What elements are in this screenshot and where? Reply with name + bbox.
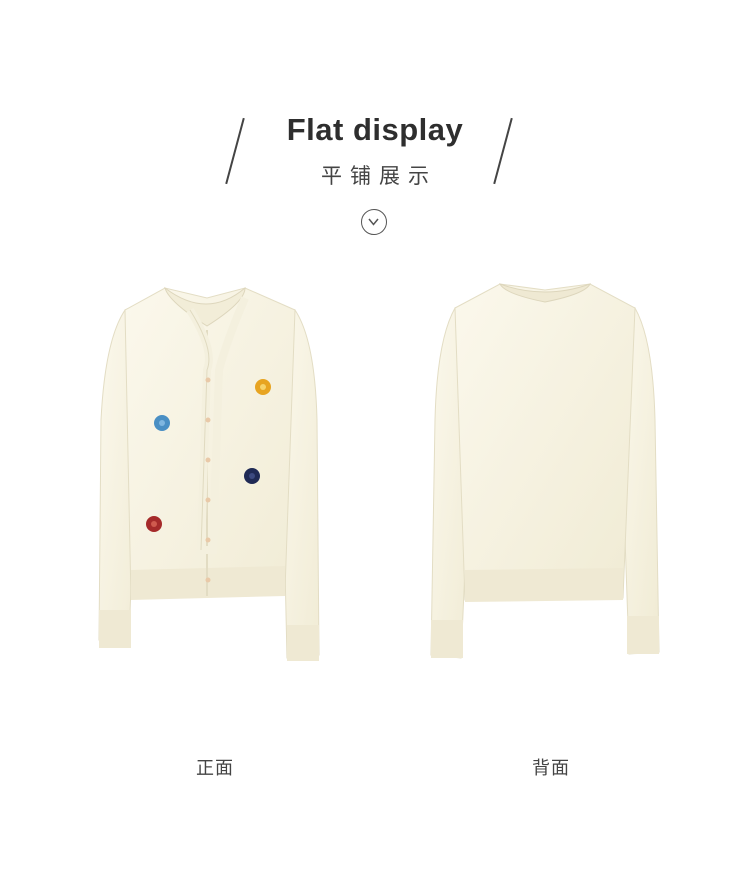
blue-flower-icon [154, 415, 170, 431]
yellow-flower-icon [255, 379, 271, 395]
chevron-down-circle-icon[interactable] [361, 209, 387, 235]
caption-front: 正面 [196, 758, 234, 779]
red-flower-icon [146, 516, 162, 532]
section-subtitle: 平铺展示 [321, 164, 437, 188]
caption-back: 背面 [532, 758, 570, 779]
navy-flower-icon [244, 468, 260, 484]
section-title: Flat display [286, 112, 464, 147]
cardigan-front-image [95, 280, 325, 665]
cardigan-back-image [425, 280, 665, 665]
